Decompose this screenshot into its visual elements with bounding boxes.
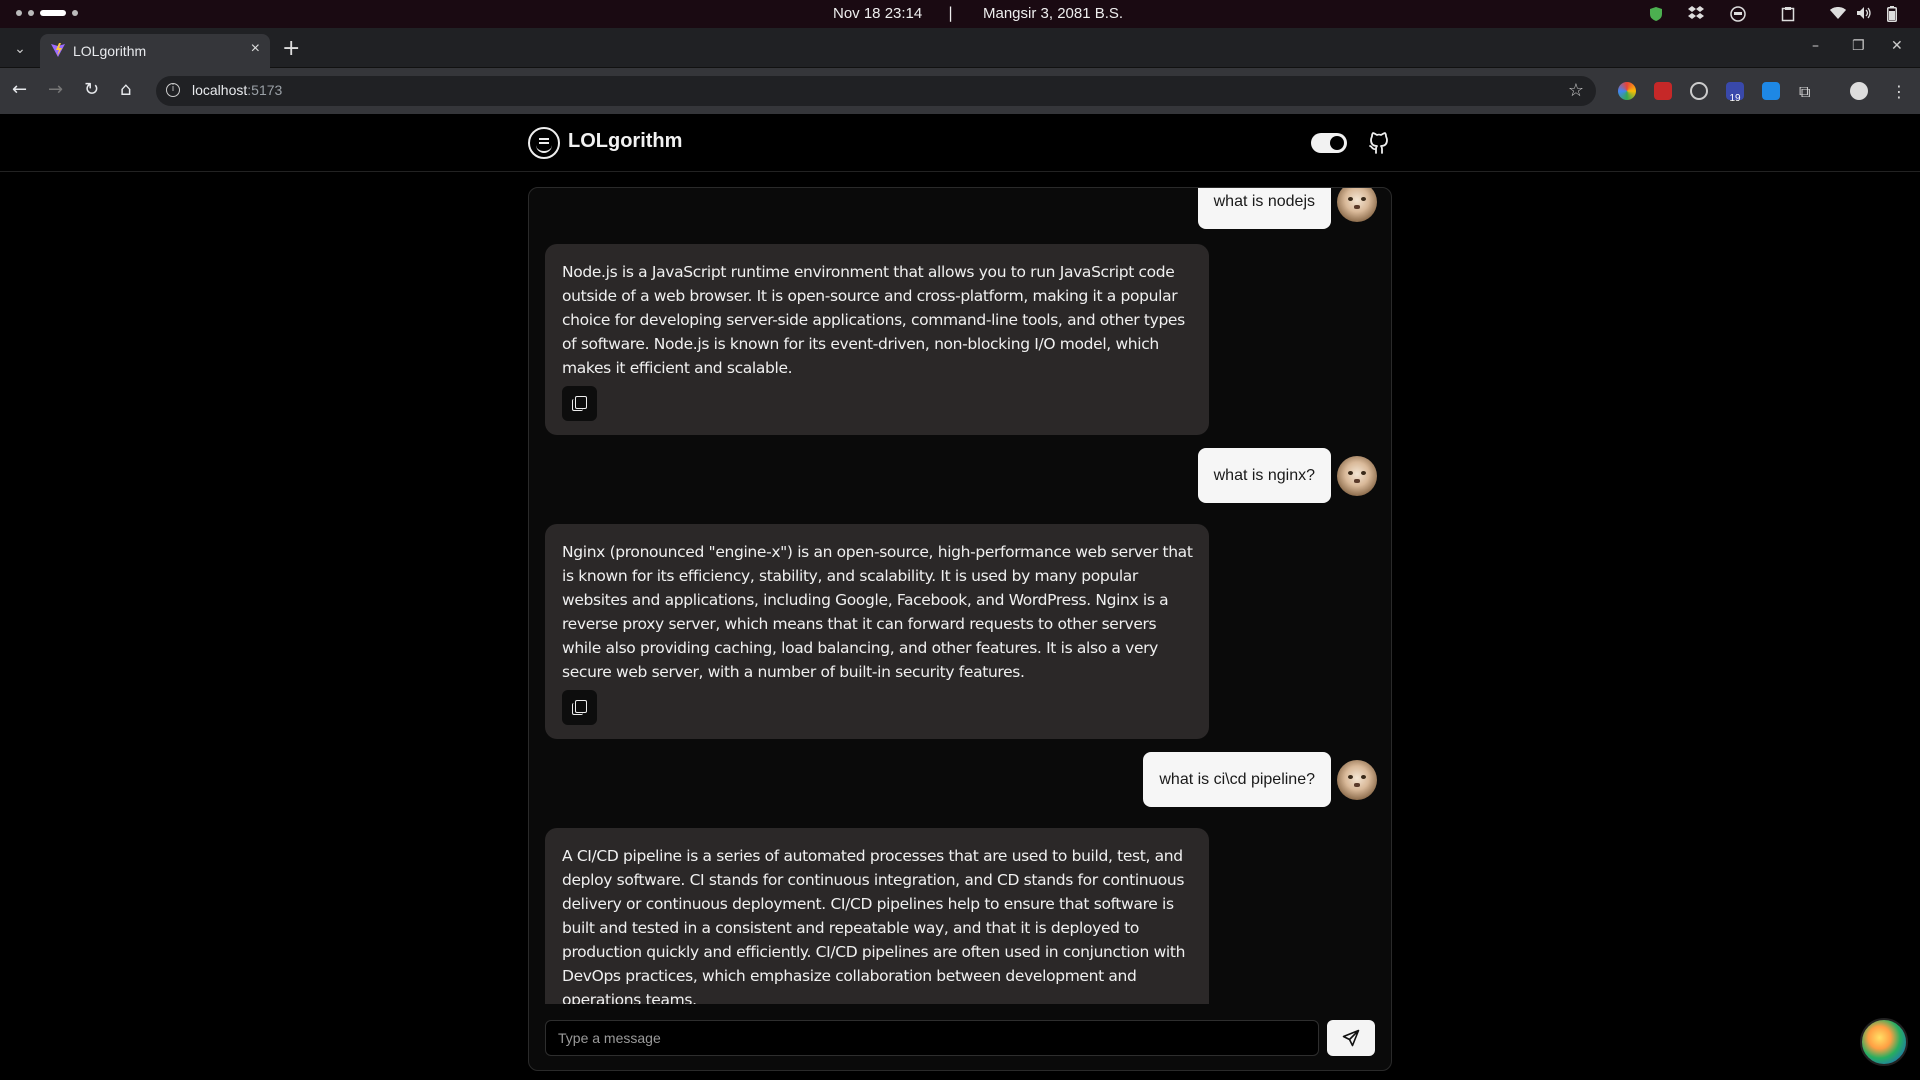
close-window-icon[interactable]: ✕ [1891,38,1903,54]
tab-title: LOLgorithm [73,43,147,59]
app-root: LOLgorithm what is nodejs Node.js is a J… [0,114,1920,1080]
copy-button[interactable] [562,690,597,725]
site-info-icon[interactable]: i [166,83,180,97]
app-title: LOLgorithm [568,130,683,152]
bot-message-text: A CI/CD pipeline is a series of automate… [562,847,1186,1004]
restore-window-icon[interactable]: ❐ [1852,38,1865,54]
message-input[interactable] [545,1020,1319,1056]
user-message: what is ci\cd pipeline? [1143,752,1377,807]
volume-tray-icon[interactable] [1856,6,1872,22]
user-message: what is nginx? [1197,448,1377,503]
extension-target-icon[interactable] [1690,82,1708,100]
extension-badge-icon[interactable]: 19 [1726,82,1744,104]
battery-tray-icon[interactable] [1884,6,1900,22]
browser-tab-active[interactable]: LOLgorithm × [40,34,270,68]
extensions-puzzle-icon[interactable]: ⧉ [1799,82,1817,101]
emoji-tray-icon[interactable] [1730,6,1746,22]
bot-message: Node.js is a JavaScript runtime environm… [545,244,1209,435]
bookmark-star-icon[interactable]: ☆ [1568,80,1584,101]
bot-message: A CI/CD pipeline is a series of automate… [545,828,1209,1004]
extension-color-picker-icon[interactable] [1618,82,1636,100]
tab-search-chevron-icon[interactable]: ⌄ [8,38,32,62]
logo-icon [528,127,560,159]
workspace-dot [16,10,22,16]
app-header: LOLgorithm [0,114,1920,172]
os-nepali-date[interactable]: Mangsir 3, 2081 B.S. [983,5,1123,22]
workspace-dot [72,10,78,16]
github-icon[interactable] [1368,131,1390,155]
workspace-dot [28,10,34,16]
browser-toolbar: ← → ↻ ⌂ i localhost:5173 ☆ 19 ⧉ ⋮ [0,68,1920,114]
address-bar[interactable]: i localhost:5173 ☆ [156,76,1596,106]
extension-blue-icon[interactable] [1762,82,1780,100]
workspace-dot-active [40,10,66,16]
bot-message-text: Node.js is a JavaScript runtime environm… [562,263,1185,377]
wifi-tray-icon[interactable] [1830,6,1846,22]
extension-red-icon[interactable] [1654,82,1672,100]
browser-menu-kebab-icon[interactable]: ⋮ [1890,82,1908,101]
os-clock[interactable]: Nov 18 23:14 [833,5,922,22]
message-composer [545,1020,1375,1056]
floating-assistant-avatar[interactable] [1860,1018,1908,1066]
clipboard-tray-icon[interactable] [1780,6,1796,22]
user-message-bubble: what is nginx? [1197,448,1331,503]
forward-arrow-icon[interactable]: → [48,80,63,100]
bot-message-text: Nginx (pronounced "engine-x") is an open… [562,543,1193,681]
user-message: what is nodejs [1197,188,1377,229]
tab-close-icon[interactable]: × [251,40,260,58]
workspace-indicator[interactable] [16,10,78,16]
shield-tray-icon[interactable] [1648,6,1664,22]
profile-avatar-icon[interactable] [1850,82,1868,100]
os-clock-separator: | [948,4,954,22]
user-message-bubble: what is nodejs [1197,188,1331,229]
bot-message: Nginx (pronounced "engine-x") is an open… [545,524,1209,739]
vite-favicon-icon [51,43,65,57]
reload-icon[interactable]: ↻ [84,80,99,100]
message-list[interactable]: what is nodejs Node.js is a JavaScript r… [529,188,1391,1004]
theme-toggle-switch[interactable] [1311,133,1347,153]
os-top-bar: Nov 18 23:14 | Mangsir 3, 2081 B.S. [0,0,1920,28]
user-avatar [1337,759,1377,800]
user-message-bubble: what is ci\cd pipeline? [1143,752,1331,807]
browser-tab-strip: ⌄ LOLgorithm × + – ❐ ✕ [0,28,1920,68]
back-arrow-icon[interactable]: ← [12,80,27,100]
new-tab-plus-icon[interactable]: + [282,36,300,61]
chat-panel: what is nodejs Node.js is a JavaScript r… [528,187,1392,1071]
minimize-window-icon[interactable]: – [1812,38,1819,54]
home-icon[interactable]: ⌂ [120,80,131,100]
dropbox-tray-icon[interactable] [1688,6,1704,22]
user-avatar [1337,455,1377,496]
extension-badge-count: 19 [1729,93,1741,104]
url-text: localhost:5173 [192,82,283,98]
copy-button[interactable] [562,386,597,421]
send-paper-plane-icon [1342,1029,1360,1047]
user-avatar [1337,188,1377,222]
send-button[interactable] [1327,1020,1375,1056]
